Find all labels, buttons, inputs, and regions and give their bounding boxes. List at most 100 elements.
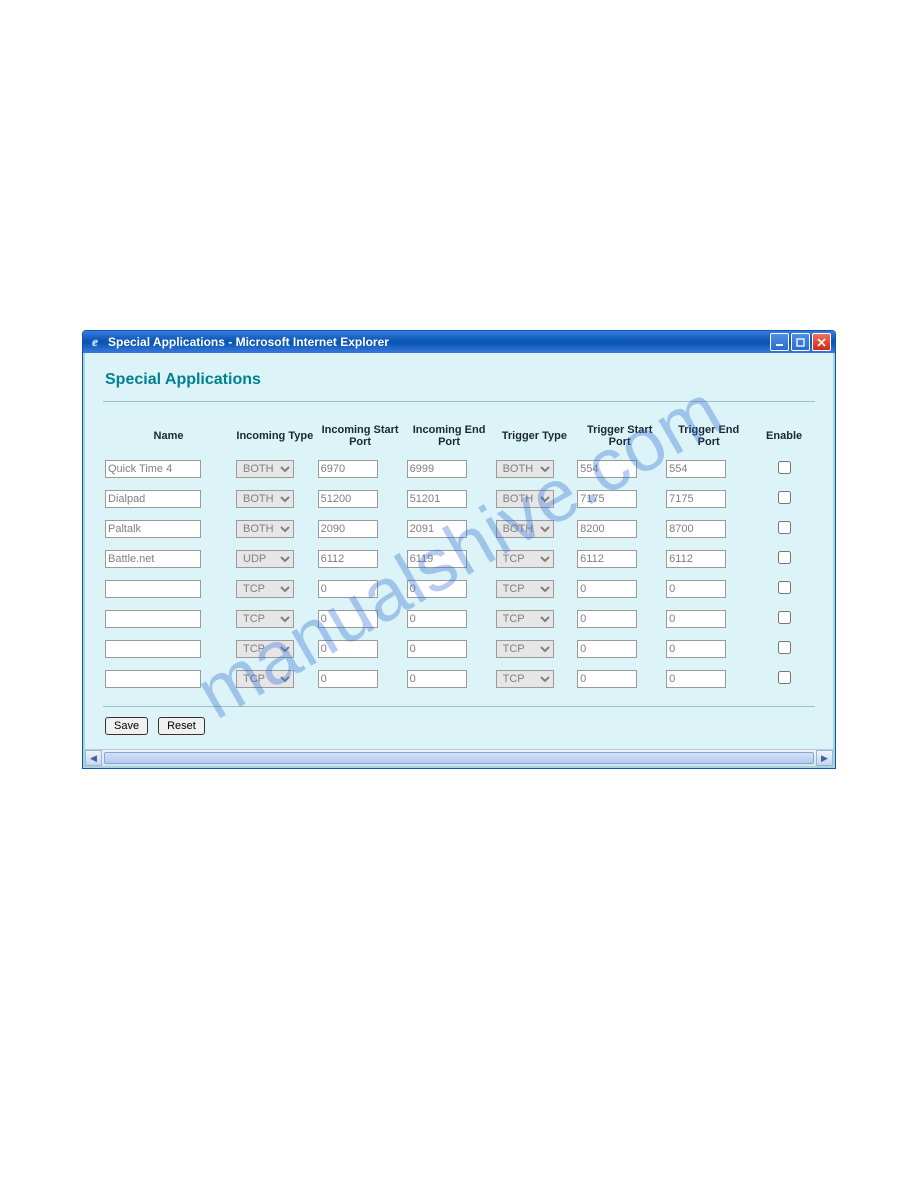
trigger-end-input[interactable] — [666, 610, 726, 628]
table-header-row: Name Incoming Type Incoming Start Port I… — [103, 424, 815, 448]
incoming-type-select[interactable]: BOTHTCPUDP — [236, 460, 294, 478]
incoming-type-select[interactable]: BOTHTCPUDP — [236, 610, 294, 628]
incoming-type-select[interactable]: BOTHTCPUDP — [236, 640, 294, 658]
name-input[interactable] — [105, 550, 201, 568]
table-row: BOTHTCPUDP BOTHTCPUDP — [103, 640, 815, 658]
trigger-type-select[interactable]: BOTHTCPUDP — [496, 580, 554, 598]
name-input[interactable] — [105, 640, 201, 658]
window-controls — [770, 333, 831, 351]
button-row: Save Reset — [105, 717, 813, 735]
table-row: BOTHTCPUDP BOTHTCPUDP — [103, 580, 815, 598]
col-incoming-type: Incoming Type — [234, 424, 316, 448]
col-trigger-start: Trigger Start Port — [575, 424, 664, 448]
window-title: Special Applications - Microsoft Interne… — [108, 335, 770, 349]
enable-checkbox[interactable] — [778, 521, 791, 534]
trigger-start-input[interactable] — [577, 640, 637, 658]
trigger-start-input[interactable] — [577, 460, 637, 478]
incoming-type-select[interactable]: BOTHTCPUDP — [236, 550, 294, 568]
incoming-end-input[interactable] — [407, 580, 467, 598]
trigger-start-input[interactable] — [577, 610, 637, 628]
trigger-start-input[interactable] — [577, 550, 637, 568]
trigger-start-input[interactable] — [577, 520, 637, 538]
trigger-end-input[interactable] — [666, 670, 726, 688]
trigger-start-input[interactable] — [577, 670, 637, 688]
col-incoming-end: Incoming End Port — [405, 424, 494, 448]
minimize-button[interactable] — [770, 333, 789, 351]
scroll-right-arrow[interactable]: ▶ — [816, 750, 833, 766]
trigger-end-input[interactable] — [666, 640, 726, 658]
enable-checkbox[interactable] — [778, 551, 791, 564]
client-area: Special Applications Name Incoming Type … — [83, 353, 835, 768]
applications-table: Name Incoming Type Incoming Start Port I… — [103, 412, 815, 700]
name-input[interactable] — [105, 670, 201, 688]
incoming-end-input[interactable] — [407, 550, 467, 568]
table-row: BOTHTCPUDP BOTHTCPUDP — [103, 520, 815, 538]
page-title: Special Applications — [105, 371, 813, 389]
scroll-track[interactable] — [102, 750, 816, 766]
incoming-start-input[interactable] — [318, 490, 378, 508]
browser-window: e Special Applications - Microsoft Inter… — [82, 330, 836, 769]
incoming-end-input[interactable] — [407, 520, 467, 538]
col-trigger-type: Trigger Type — [494, 424, 576, 448]
incoming-start-input[interactable] — [318, 670, 378, 688]
name-input[interactable] — [105, 520, 201, 538]
incoming-start-input[interactable] — [318, 520, 378, 538]
trigger-end-input[interactable] — [666, 460, 726, 478]
table-row: BOTHTCPUDP BOTHTCPUDP — [103, 460, 815, 478]
name-input[interactable] — [105, 460, 201, 478]
scroll-left-arrow[interactable]: ◀ — [85, 750, 102, 766]
trigger-type-select[interactable]: BOTHTCPUDP — [496, 520, 554, 538]
titlebar: e Special Applications - Microsoft Inter… — [83, 331, 835, 353]
incoming-type-select[interactable]: BOTHTCPUDP — [236, 490, 294, 508]
trigger-type-select[interactable]: BOTHTCPUDP — [496, 490, 554, 508]
separator — [103, 401, 815, 402]
trigger-end-input[interactable] — [666, 490, 726, 508]
incoming-type-select[interactable]: BOTHTCPUDP — [236, 580, 294, 598]
trigger-end-input[interactable] — [666, 550, 726, 568]
table-row: BOTHTCPUDP BOTHTCPUDP — [103, 490, 815, 508]
scroll-thumb[interactable] — [104, 752, 814, 764]
col-enable: Enable — [753, 424, 815, 448]
col-incoming-start: Incoming Start Port — [316, 424, 405, 448]
trigger-type-select[interactable]: BOTHTCPUDP — [496, 670, 554, 688]
incoming-start-input[interactable] — [318, 580, 378, 598]
enable-checkbox[interactable] — [778, 461, 791, 474]
trigger-type-select[interactable]: BOTHTCPUDP — [496, 550, 554, 568]
enable-checkbox[interactable] — [778, 671, 791, 684]
incoming-start-input[interactable] — [318, 460, 378, 478]
incoming-end-input[interactable] — [407, 460, 467, 478]
trigger-end-input[interactable] — [666, 580, 726, 598]
incoming-type-select[interactable]: BOTHTCPUDP — [236, 670, 294, 688]
close-button[interactable] — [812, 333, 831, 351]
trigger-start-input[interactable] — [577, 490, 637, 508]
trigger-type-select[interactable]: BOTHTCPUDP — [496, 460, 554, 478]
enable-checkbox[interactable] — [778, 641, 791, 654]
table-row: BOTHTCPUDP BOTHTCPUDP — [103, 550, 815, 568]
trigger-type-select[interactable]: BOTHTCPUDP — [496, 640, 554, 658]
incoming-type-select[interactable]: BOTHTCPUDP — [236, 520, 294, 538]
enable-checkbox[interactable] — [778, 491, 791, 504]
save-button[interactable]: Save — [105, 717, 148, 735]
incoming-start-input[interactable] — [318, 550, 378, 568]
enable-checkbox[interactable] — [778, 581, 791, 594]
trigger-type-select[interactable]: BOTHTCPUDP — [496, 610, 554, 628]
incoming-start-input[interactable] — [318, 640, 378, 658]
name-input[interactable] — [105, 610, 201, 628]
horizontal-scrollbar[interactable]: ◀ ▶ — [85, 749, 833, 766]
incoming-end-input[interactable] — [407, 640, 467, 658]
incoming-end-input[interactable] — [407, 610, 467, 628]
page-content: Special Applications Name Incoming Type … — [85, 353, 833, 749]
incoming-start-input[interactable] — [318, 610, 378, 628]
incoming-end-input[interactable] — [407, 670, 467, 688]
trigger-start-input[interactable] — [577, 580, 637, 598]
ie-icon: e — [87, 334, 103, 350]
reset-button[interactable]: Reset — [158, 717, 205, 735]
incoming-end-input[interactable] — [407, 490, 467, 508]
trigger-end-input[interactable] — [666, 520, 726, 538]
enable-checkbox[interactable] — [778, 611, 791, 624]
name-input[interactable] — [105, 580, 201, 598]
col-name: Name — [103, 424, 234, 448]
maximize-button[interactable] — [791, 333, 810, 351]
separator — [103, 706, 815, 707]
name-input[interactable] — [105, 490, 201, 508]
